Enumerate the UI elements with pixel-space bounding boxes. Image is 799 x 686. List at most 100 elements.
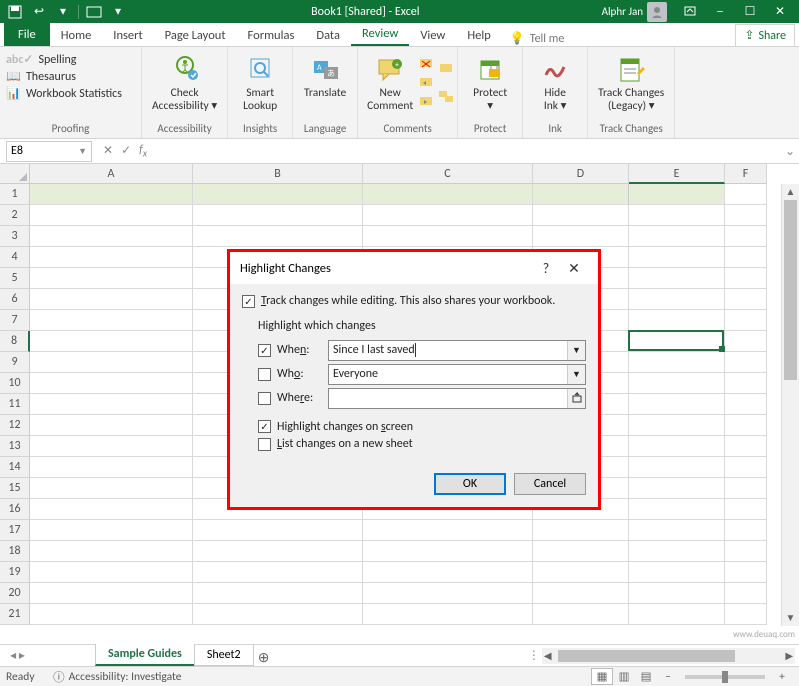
- tab-help[interactable]: Help: [456, 24, 501, 46]
- tab-insert[interactable]: Insert: [102, 24, 153, 46]
- cancel-formula-icon[interactable]: ✕: [99, 143, 117, 158]
- protect-button[interactable]: Protect▾: [464, 51, 516, 115]
- check-accessibility-button[interactable]: Check Accessibility ▾: [148, 51, 221, 115]
- tab-view[interactable]: View: [409, 24, 456, 46]
- ribbon-options-icon[interactable]: [675, 2, 705, 22]
- page-break-view-button[interactable]: ▤: [635, 669, 657, 684]
- where-checkbox[interactable]: Where:: [258, 391, 328, 405]
- zoom-out-button[interactable]: −: [657, 670, 679, 684]
- scroll-thumb[interactable]: [784, 200, 797, 380]
- qat-dropdown2-icon[interactable]: ▾: [107, 2, 129, 22]
- zoom-slider[interactable]: [685, 675, 765, 679]
- row-header[interactable]: 11: [0, 394, 30, 415]
- cell[interactable]: [363, 520, 533, 541]
- cell[interactable]: [725, 604, 767, 625]
- cell[interactable]: [629, 436, 725, 457]
- spelling-button[interactable]: abc✓Spelling: [6, 51, 135, 68]
- new-comment-button[interactable]: + New Comment: [364, 51, 416, 115]
- cell[interactable]: [193, 520, 363, 541]
- save-icon[interactable]: [4, 2, 26, 22]
- cell[interactable]: [725, 352, 767, 373]
- tab-data[interactable]: Data: [305, 24, 351, 46]
- cell[interactable]: [629, 562, 725, 583]
- row-header[interactable]: 2: [0, 205, 30, 226]
- cell[interactable]: [725, 247, 767, 268]
- accessibility-status[interactable]: Accessibility: Investigate: [69, 670, 182, 684]
- cell[interactable]: [533, 562, 629, 583]
- cell[interactable]: [30, 415, 193, 436]
- minimize-button[interactable]: ─: [705, 2, 735, 22]
- track-changes-button[interactable]: Track Changes (Legacy) ▾: [594, 51, 668, 115]
- cell[interactable]: [363, 583, 533, 604]
- chevron-down-icon[interactable]: ▼: [567, 341, 585, 360]
- cell[interactable]: [533, 541, 629, 562]
- normal-view-button[interactable]: ▦: [591, 668, 613, 685]
- cell[interactable]: [629, 373, 725, 394]
- cell[interactable]: [629, 226, 725, 247]
- tab-file[interactable]: File: [4, 23, 50, 46]
- cell[interactable]: [629, 583, 725, 604]
- cell[interactable]: [30, 268, 193, 289]
- prev-comment-button[interactable]: [416, 75, 436, 91]
- cell[interactable]: [193, 562, 363, 583]
- smart-lookup-button[interactable]: Smart Lookup: [234, 51, 286, 115]
- touch-mode-icon[interactable]: [83, 2, 105, 22]
- cell[interactable]: [533, 226, 629, 247]
- cell[interactable]: [30, 583, 193, 604]
- cell[interactable]: [193, 583, 363, 604]
- cell[interactable]: [725, 184, 767, 205]
- row-header[interactable]: 17: [0, 520, 30, 541]
- show-all-button[interactable]: [436, 89, 456, 105]
- cell[interactable]: [629, 520, 725, 541]
- cell[interactable]: [725, 373, 767, 394]
- cell[interactable]: [363, 562, 533, 583]
- cell[interactable]: [629, 415, 725, 436]
- cell[interactable]: [629, 394, 725, 415]
- cell[interactable]: [629, 184, 725, 205]
- row-header[interactable]: 16: [0, 499, 30, 520]
- share-button[interactable]: ⇪Share: [735, 24, 795, 46]
- expand-formula-icon[interactable]: ⌄: [781, 144, 799, 159]
- cell[interactable]: [30, 478, 193, 499]
- dialog-close-button[interactable]: ✕: [560, 260, 588, 277]
- cell[interactable]: [533, 583, 629, 604]
- cell[interactable]: [30, 436, 193, 457]
- thesaurus-button[interactable]: 📖Thesaurus: [6, 68, 135, 85]
- cell[interactable]: [629, 289, 725, 310]
- cell[interactable]: [30, 289, 193, 310]
- row-header[interactable]: 12: [0, 415, 30, 436]
- cell[interactable]: [363, 604, 533, 625]
- cell[interactable]: [725, 226, 767, 247]
- cell[interactable]: [725, 499, 767, 520]
- list-new-sheet-checkbox[interactable]: List changes on a new sheet: [258, 437, 413, 451]
- cell[interactable]: [30, 604, 193, 625]
- maximize-button[interactable]: ☐: [735, 2, 765, 22]
- tab-formulas[interactable]: Formulas: [237, 24, 306, 46]
- help-button[interactable]: ?: [532, 260, 560, 277]
- row-header[interactable]: 19: [0, 562, 30, 583]
- select-all-button[interactable]: [0, 164, 30, 184]
- row-header[interactable]: 20: [0, 583, 30, 604]
- chevron-down-icon[interactable]: ▼: [78, 146, 87, 157]
- cell[interactable]: [30, 184, 193, 205]
- when-combo[interactable]: Since I last saved ▼: [328, 340, 586, 361]
- zoom-in-button[interactable]: +: [771, 670, 793, 684]
- translate-button[interactable]: Aあ Translate: [299, 51, 351, 102]
- track-changes-checkbox[interactable]: ✓ Track changes while editing. This also…: [242, 294, 555, 308]
- cell[interactable]: [30, 520, 193, 541]
- chevron-down-icon[interactable]: ▼: [567, 365, 585, 384]
- row-header[interactable]: 13: [0, 436, 30, 457]
- show-comment-button[interactable]: [436, 61, 456, 77]
- column-header[interactable]: B: [193, 164, 363, 184]
- who-checkbox[interactable]: Who:: [258, 367, 328, 381]
- cell[interactable]: [725, 268, 767, 289]
- cell[interactable]: [629, 604, 725, 625]
- row-header[interactable]: 8: [0, 331, 30, 352]
- column-header[interactable]: F: [725, 164, 767, 184]
- cell[interactable]: [725, 394, 767, 415]
- cell[interactable]: [629, 268, 725, 289]
- cell[interactable]: [30, 499, 193, 520]
- cell[interactable]: [629, 541, 725, 562]
- cell[interactable]: [629, 457, 725, 478]
- fx-icon[interactable]: fx: [135, 143, 151, 159]
